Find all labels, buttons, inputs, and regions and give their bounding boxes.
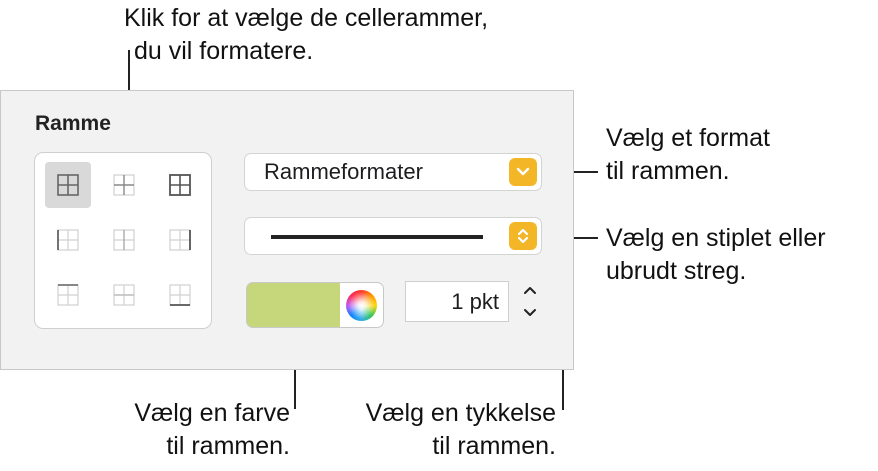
- border-style-popup-label: Rammeformater: [264, 159, 423, 184]
- bottom-border-icon: [169, 284, 191, 306]
- callout-cell-borders: Klik for at vælge de cellerammer, du vil…: [124, 2, 488, 68]
- callout-thickness: Vælg en tykkelse til rammen.: [338, 397, 556, 463]
- inside-borders-icon: [113, 174, 135, 196]
- callout-format-line2: til rammen.: [606, 157, 730, 185]
- callout-line-style: Vælg en stiplet eller ubrudt streg.: [606, 222, 826, 288]
- callout-thickness-line1: Vælg en tykkelse: [365, 399, 556, 427]
- border-width-field[interactable]: 1 pkt: [405, 281, 509, 322]
- line-style-sample: [271, 235, 483, 239]
- border-cell-left[interactable]: [45, 217, 91, 263]
- callout-format: Vælg et format til rammen.: [606, 122, 770, 188]
- stepper-up[interactable]: [516, 279, 544, 300]
- right-border-icon: [169, 229, 191, 251]
- border-cell-bottom[interactable]: [157, 272, 203, 318]
- border-cell-outside[interactable]: [157, 162, 203, 208]
- callout-format-line1: Vælg et format: [606, 124, 770, 152]
- left-border-icon: [57, 229, 79, 251]
- callout-line-style-line2: ubrudt streg.: [606, 257, 747, 285]
- callout-color: Vælg en farve til rammen.: [110, 397, 290, 463]
- border-style-popup[interactable]: Rammeformater: [244, 153, 542, 191]
- section-label-border: Ramme: [35, 112, 111, 135]
- horizontal-inside-border-icon: [113, 284, 135, 306]
- chevron-up-icon: [524, 286, 536, 294]
- border-cell-right[interactable]: [157, 217, 203, 263]
- all-borders-icon: [57, 174, 79, 196]
- callout-thickness-line2: til rammen.: [432, 432, 556, 460]
- border-cell-selector: [34, 152, 212, 329]
- line-style-popup-arrows[interactable]: [509, 222, 537, 250]
- callout-cell-borders-line1: Klik for at vælge de cellerammer,: [124, 4, 489, 32]
- border-cell-top[interactable]: [45, 272, 91, 318]
- border-style-popup-arrow[interactable]: [509, 158, 537, 186]
- chevron-down-icon: [524, 308, 536, 316]
- border-cell-all[interactable]: [45, 162, 91, 208]
- border-cell-vertical-inside[interactable]: [101, 217, 147, 263]
- stepper-down[interactable]: [516, 302, 544, 323]
- callout-line-style-line1: Vælg en stiplet eller: [606, 224, 826, 252]
- up-down-chevron-icon: [517, 228, 529, 244]
- border-color-well[interactable]: [246, 282, 341, 328]
- color-wheel-icon: [346, 289, 377, 321]
- callout-color-line2: til rammen.: [166, 432, 290, 460]
- callout-color-line1: Vælg en farve: [134, 399, 290, 427]
- outside-borders-icon: [169, 174, 191, 196]
- line-style-popup[interactable]: [244, 217, 542, 255]
- callout-cell-borders-line2: du vil formatere.: [134, 37, 314, 65]
- chevron-down-icon: [516, 167, 530, 176]
- vertical-inside-border-icon: [113, 229, 135, 251]
- top-border-icon: [57, 284, 79, 306]
- border-cell-horizontal-inside[interactable]: [101, 272, 147, 318]
- border-cell-inside[interactable]: [101, 162, 147, 208]
- color-wheel-button[interactable]: [340, 282, 384, 328]
- border-width-stepper[interactable]: [516, 279, 544, 323]
